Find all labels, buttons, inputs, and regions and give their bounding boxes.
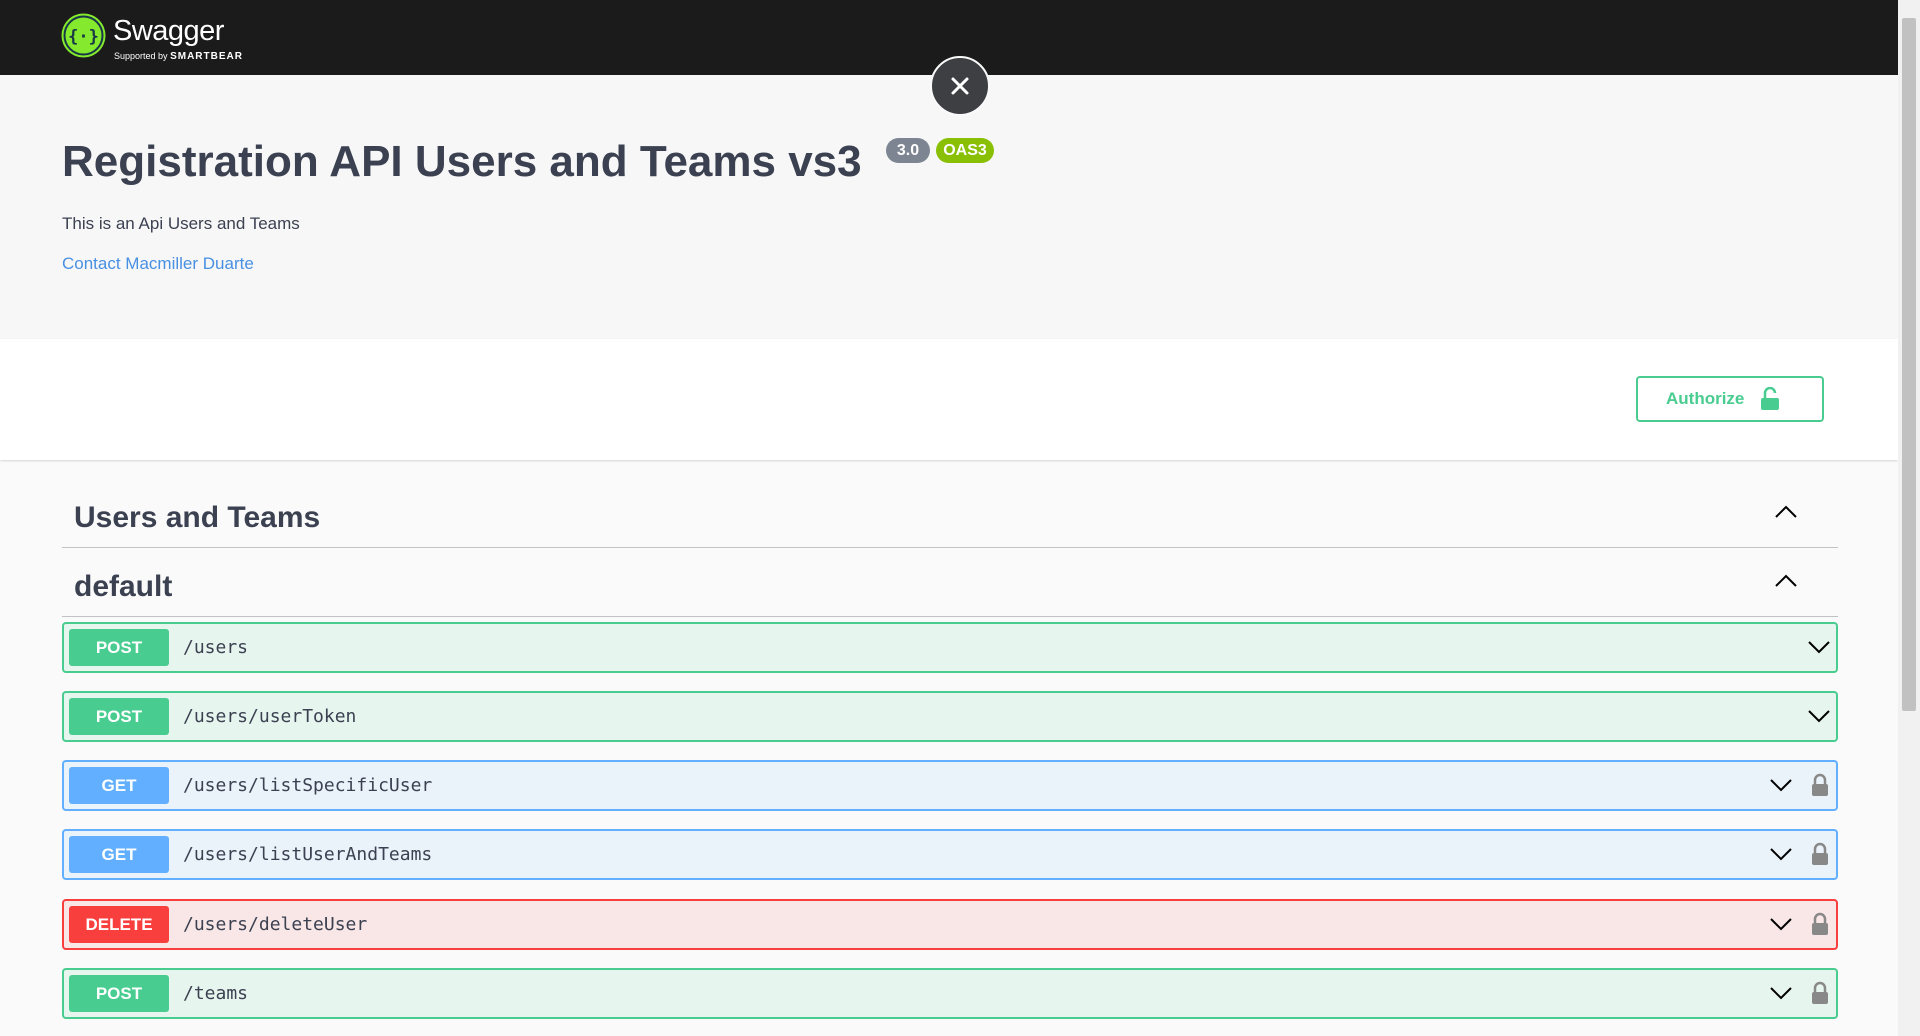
- tag-default[interactable]: default: [62, 548, 1838, 617]
- operation-get-list-specific-user[interactable]: GET /users/listSpecificUser: [62, 760, 1838, 811]
- chevron-up-icon[interactable]: [1774, 503, 1798, 519]
- page-scrollbar[interactable]: [1898, 0, 1920, 1036]
- scrollbar-thumb[interactable]: [1902, 18, 1916, 711]
- method-badge: POST: [69, 698, 169, 735]
- chevron-up-icon[interactable]: [1774, 572, 1798, 588]
- operation-post-users[interactable]: POST /users: [62, 622, 1838, 673]
- version-badge: 3.0: [886, 138, 930, 163]
- chevron-down-icon[interactable]: [1769, 777, 1793, 793]
- locked-padlock-icon[interactable]: [1811, 842, 1829, 866]
- operation-path: /users/listUserAndTeams: [183, 844, 433, 865]
- brand-supported-by: Supported by SMARTBEAR: [114, 51, 243, 62]
- locked-padlock-icon[interactable]: [1811, 773, 1829, 797]
- method-badge: GET: [69, 767, 169, 804]
- brand-sub-name: SMARTBEAR: [170, 51, 243, 62]
- method-badge: POST: [69, 975, 169, 1012]
- chevron-down-icon[interactable]: [1769, 846, 1793, 862]
- locked-padlock-icon[interactable]: [1811, 981, 1829, 1005]
- method-badge: POST: [69, 629, 169, 666]
- api-title: Registration API Users and Teams vs3: [62, 137, 862, 186]
- close-button[interactable]: [930, 56, 990, 116]
- operation-path: /users/userToken: [183, 706, 357, 727]
- chevron-down-icon[interactable]: [1807, 708, 1831, 724]
- chevron-down-icon[interactable]: [1769, 916, 1793, 932]
- operation-path: /users/deleteUser: [183, 914, 368, 935]
- scheme-container: Authorize: [0, 339, 1898, 460]
- chevron-down-icon[interactable]: [1807, 639, 1831, 655]
- operation-path: /users: [183, 637, 249, 658]
- tag-title: Users and Teams: [74, 501, 321, 534]
- locked-padlock-icon[interactable]: [1811, 912, 1829, 936]
- method-badge: DELETE: [69, 906, 169, 943]
- authorize-button[interactable]: Authorize: [1636, 376, 1824, 422]
- chevron-down-icon[interactable]: [1769, 985, 1793, 1001]
- swagger-logo-icon[interactable]: {·}: [61, 13, 106, 58]
- brand-name[interactable]: Swagger: [113, 15, 224, 48]
- svg-text:{·}: {·}: [68, 27, 99, 47]
- operation-post-users-usertoken[interactable]: POST /users/userToken: [62, 691, 1838, 742]
- api-description: This is an Api Users and Teams: [62, 214, 300, 233]
- operation-path: /teams: [183, 983, 249, 1004]
- operation-post-teams[interactable]: POST /teams: [62, 968, 1838, 1019]
- authorize-label: Authorize: [1666, 389, 1745, 408]
- tag-users-and-teams[interactable]: Users and Teams: [62, 479, 1838, 548]
- oas-badge: OAS3: [936, 138, 994, 163]
- operation-path: /users/listSpecificUser: [183, 775, 433, 796]
- brand-sub-prefix: Supported by: [114, 51, 168, 61]
- operation-get-list-user-and-teams[interactable]: GET /users/listUserAndTeams: [62, 829, 1838, 880]
- unlocked-padlock-icon: [1761, 387, 1779, 410]
- close-icon: [951, 77, 969, 95]
- tag-title: default: [74, 570, 173, 603]
- contact-link[interactable]: Contact Macmiller Duarte: [62, 254, 254, 274]
- method-badge: GET: [69, 836, 169, 873]
- operation-delete-user[interactable]: DELETE /users/deleteUser: [62, 899, 1838, 950]
